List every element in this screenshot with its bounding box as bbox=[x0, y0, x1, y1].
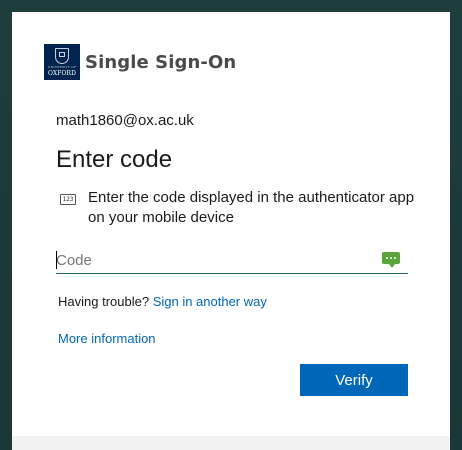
card-footer bbox=[12, 436, 450, 450]
numeric-code-icon: 123 bbox=[60, 194, 76, 205]
crest-line1: UNIVERSITY OF bbox=[47, 65, 77, 69]
verify-button[interactable]: Verify bbox=[300, 364, 408, 396]
account-identity: math1860@ox.ac.uk bbox=[56, 112, 194, 129]
instruction-text: Enter the code displayed in the authenti… bbox=[88, 189, 415, 226]
trouble-row: Having trouble? Sign in another way bbox=[58, 294, 267, 309]
instruction-row: 123 Enter the code displayed in the auth… bbox=[60, 188, 420, 228]
text-caret bbox=[56, 251, 57, 269]
code-field[interactable] bbox=[56, 246, 408, 274]
code-input[interactable] bbox=[56, 248, 366, 272]
more-information-link[interactable]: More information bbox=[58, 331, 156, 346]
more-info-row: More information bbox=[58, 331, 156, 346]
brand-title: Single Sign-On bbox=[85, 51, 237, 73]
keyboard-autofill-icon[interactable] bbox=[382, 252, 400, 268]
brand-header: UNIVERSITY OF OXFORD Single Sign-On bbox=[44, 44, 236, 80]
page-title: Enter code bbox=[56, 146, 173, 173]
oxford-crest-logo: UNIVERSITY OF OXFORD bbox=[44, 44, 80, 80]
trouble-label: Having trouble? bbox=[58, 294, 150, 309]
shield-icon bbox=[55, 48, 69, 64]
sign-in-another-way-link[interactable]: Sign in another way bbox=[153, 294, 267, 309]
crest-line2: OXFORD bbox=[47, 70, 77, 77]
